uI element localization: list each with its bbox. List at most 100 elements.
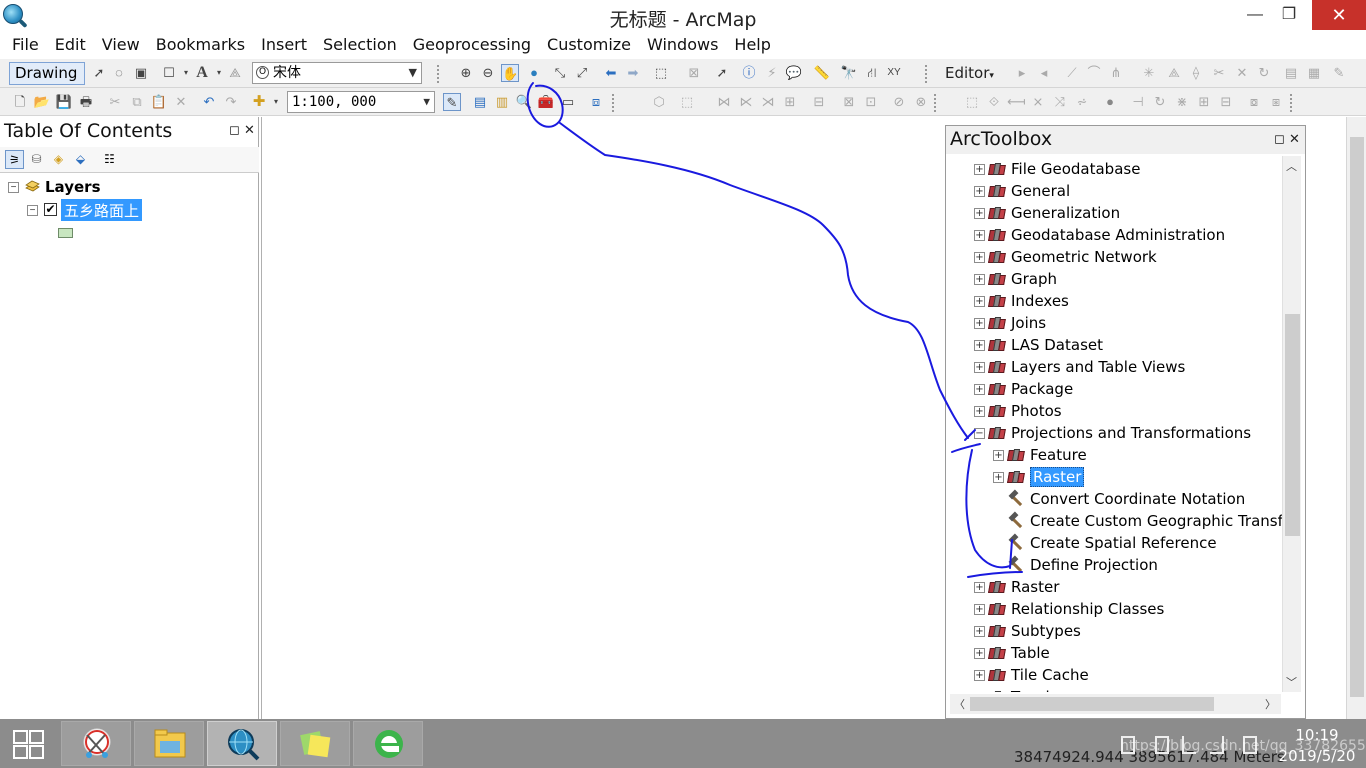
collapse-layers-icon[interactable]: − <box>8 182 19 193</box>
select-elements-icon[interactable]: ➚ <box>90 64 108 82</box>
layer-symbol-swatch[interactable] <box>58 228 73 238</box>
toolbox-item[interactable]: + LAS Dataset <box>950 334 1286 356</box>
save-icon[interactable]: 💾 <box>55 93 73 111</box>
scroll-thumb[interactable] <box>970 697 1214 711</box>
advanced-editing-icon[interactable]: ⬚ <box>963 93 981 111</box>
expand-icon[interactable]: + <box>974 318 985 329</box>
point-icon[interactable]: ✳ <box>1140 64 1158 82</box>
toolbar-gripper[interactable] <box>934 94 939 112</box>
toolbar-gripper[interactable] <box>925 65 930 83</box>
list-by-source-icon[interactable]: ⛁ <box>27 150 46 169</box>
rectangle-icon[interactable]: ☐ <box>160 64 178 82</box>
zoom-whole-page-icon[interactable]: ▣ <box>132 64 150 82</box>
toolbox-item[interactable]: + Photos <box>950 400 1286 422</box>
print-icon[interactable]: 🖶 <box>77 93 95 111</box>
expand-icon[interactable]: + <box>974 186 985 197</box>
toolbar-gripper[interactable] <box>1290 94 1295 112</box>
menu-geoprocessing[interactable]: Geoprocessing <box>405 32 539 59</box>
rotate-icon[interactable]: ↻ <box>1151 93 1169 111</box>
toolbox-item[interactable]: + General <box>950 180 1286 202</box>
replace-geometry-icon[interactable]: ⧆ <box>1267 93 1285 111</box>
back-arrow-icon[interactable]: ⬅ <box>602 64 620 82</box>
scroll-right-icon[interactable]: 〉 <box>1265 696 1276 712</box>
add-data-icon[interactable]: ✚ <box>250 93 268 111</box>
arctoolbox-icon[interactable]: 🧰 <box>537 93 555 111</box>
toolbox-item[interactable]: +Topology <box>950 686 1286 692</box>
scroll-down-icon[interactable]: ﹀ <box>1286 674 1297 690</box>
reshape-icon[interactable]: ⟠ <box>1187 64 1205 82</box>
redo-icon[interactable]: ↷ <box>222 93 240 111</box>
expand-icon[interactable]: + <box>993 450 1004 461</box>
paste-icon[interactable]: 📋 <box>150 93 168 111</box>
list-by-selection-icon[interactable]: ⬙ <box>71 150 90 169</box>
expand-icon[interactable]: + <box>974 406 985 417</box>
layer-name[interactable]: 五乡路面上 <box>61 199 143 221</box>
font-select[interactable]: O 宋体 ▼ <box>252 62 422 84</box>
cut-icon[interactable]: ✂ <box>106 93 124 111</box>
menu-selection[interactable]: Selection <box>315 32 405 59</box>
expand-icon[interactable]: + <box>974 384 985 395</box>
hyperlink-icon[interactable]: ⚡ <box>763 64 781 82</box>
open-folder-icon[interactable]: 📂 <box>33 93 51 111</box>
toolbox-tool-item[interactable]: Create Spatial Reference <box>950 532 1286 554</box>
expand-icon[interactable]: + <box>974 670 985 681</box>
mark-error-icon[interactable]: ⊘ <box>890 93 908 111</box>
rotate-icon[interactable]: ↻ <box>1255 64 1273 82</box>
editor-dropdown[interactable]: Editor▾ <box>945 64 994 82</box>
delete-icon[interactable]: ✕ <box>172 93 190 111</box>
python-window-icon[interactable]: ▭ <box>559 93 577 111</box>
toolbox-tool-item[interactable]: Define Projection <box>950 554 1286 576</box>
taskbar-file-explorer[interactable] <box>134 721 204 766</box>
sketch-properties-icon[interactable]: ▦ <box>1305 64 1323 82</box>
fillet-icon[interactable]: ⧇ <box>1245 93 1263 111</box>
menu-edit[interactable]: Edit <box>47 32 94 59</box>
toolbar-gripper[interactable] <box>612 94 617 112</box>
rotate-icon[interactable]: ◌ <box>110 64 128 82</box>
attributes-icon[interactable]: ▤ <box>1282 64 1300 82</box>
close-icon[interactable]: ✕ <box>244 122 255 138</box>
scroll-up-icon[interactable]: ︿ <box>1286 158 1297 174</box>
layers-frame-label[interactable]: Layers <box>45 178 101 196</box>
find-icon[interactable]: 🔭 <box>840 64 858 82</box>
expand-icon[interactable]: + <box>974 626 985 637</box>
maximize-button[interactable]: ❐ <box>1266 0 1312 30</box>
mark-exception-icon[interactable]: ⊗ <box>912 93 930 111</box>
menu-windows[interactable]: Windows <box>639 32 726 59</box>
validate-icon[interactable]: ⊟ <box>810 93 828 111</box>
menu-view[interactable]: View <box>94 32 148 59</box>
taskbar-arcmap[interactable] <box>207 721 277 766</box>
search-window-icon[interactable]: 🔍 <box>515 93 533 111</box>
toolbox-item[interactable]: + Raster <box>950 576 1286 598</box>
close-button[interactable]: ✕ <box>1312 0 1366 30</box>
select-features-icon[interactable]: ⬚ <box>652 64 670 82</box>
expand-icon[interactable]: + <box>974 340 985 351</box>
html-popup-icon[interactable]: 💬 <box>785 64 803 82</box>
toolbox-item[interactable]: + File Geodatabase <box>950 158 1286 180</box>
list-by-drawing-order-icon[interactable]: ⚞ <box>5 150 24 169</box>
generalize-icon[interactable]: ⋇ <box>1173 93 1191 111</box>
drawing-dropdown[interactable]: Drawing ▾ <box>9 62 85 105</box>
toolbox-item[interactable]: + Indexes <box>950 290 1286 312</box>
toolbox-item[interactable]: + Raster <box>950 466 1286 488</box>
map-display[interactable] <box>261 117 945 719</box>
map-scale-select[interactable]: 1:100, 000 ▼ <box>287 91 435 113</box>
menu-customize[interactable]: Customize <box>539 32 639 59</box>
toolbox-tool-item[interactable]: Convert Coordinate Notation <box>950 488 1286 510</box>
scroll-thumb[interactable] <box>1350 137 1364 697</box>
copy-icon[interactable]: ⧉ <box>128 93 146 111</box>
modelbuilder-icon[interactable]: ⧈ <box>587 93 605 111</box>
toolbox-item[interactable]: + Relationship Classes <box>950 598 1286 620</box>
layer-visibility-checkbox[interactable]: ✔ <box>44 203 57 216</box>
cut-polygons-icon[interactable]: ✂ <box>1210 64 1228 82</box>
expand-icon[interactable]: + <box>974 164 985 175</box>
edit-tool-icon[interactable]: ▸ <box>1013 64 1031 82</box>
edit-annotation-icon[interactable]: ◂ <box>1035 64 1053 82</box>
circle-icon[interactable]: ● <box>1101 93 1119 111</box>
close-icon[interactable]: ✕ <box>1289 131 1300 147</box>
split-icon[interactable]: ✕ <box>1233 64 1251 82</box>
table-of-contents-icon[interactable]: ▤ <box>471 93 489 111</box>
toolbox-tool-item[interactable]: Create Custom Geographic Transfo <box>950 510 1286 532</box>
expand-icon[interactable]: + <box>993 472 1004 483</box>
toolbox-item[interactable]: + Subtypes <box>950 620 1286 642</box>
expand-icon[interactable]: + <box>974 274 985 285</box>
